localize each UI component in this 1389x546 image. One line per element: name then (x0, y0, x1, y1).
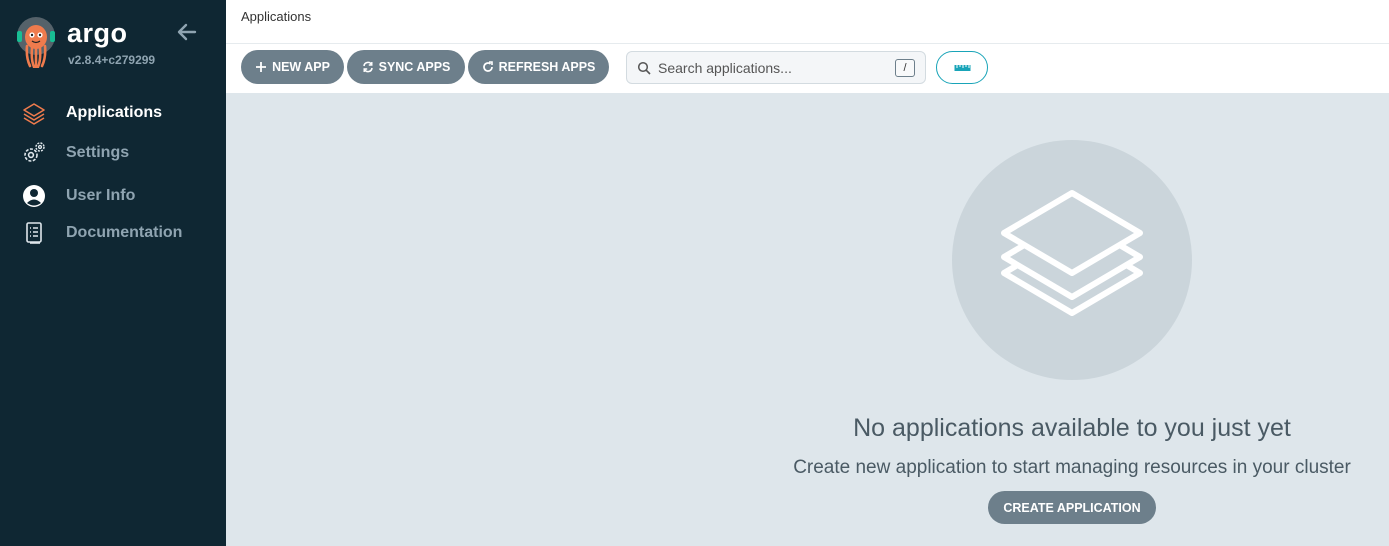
sidebar-item-label: Documentation (66, 224, 183, 241)
sidebar-item-label: User Info (66, 187, 136, 204)
layers-icon (1001, 190, 1143, 316)
divider (226, 43, 1389, 44)
sidebar-item-user-info[interactable]: User Info (0, 179, 226, 213)
breadcrumb[interactable]: Applications (241, 10, 311, 24)
create-application-button[interactable]: CREATE APPLICATION (988, 491, 1156, 524)
empty-state-subtitle: Create new application to start managing… (793, 457, 1351, 478)
sync-apps-button[interactable]: SYNC APPS (347, 50, 465, 84)
refresh-apps-button[interactable]: REFRESH APPS (468, 50, 609, 84)
refresh-apps-label: REFRESH APPS (498, 60, 596, 74)
plus-icon (256, 62, 267, 72)
argo-octopus-logo (14, 16, 58, 69)
book-icon (26, 222, 42, 244)
search-input[interactable]: Search applications... / (626, 51, 926, 84)
empty-state-title: No applications available to you just ye… (853, 414, 1291, 442)
collapse-sidebar-button[interactable] (175, 21, 199, 43)
brand-version: v2.8.4+c279299 (68, 53, 156, 67)
arrow-left-icon (177, 23, 197, 41)
sidebar-item-settings[interactable]: Settings (0, 136, 226, 170)
brand-name: argo (67, 18, 128, 48)
sync-icon (362, 61, 373, 73)
search-placeholder: Search applications... (658, 60, 792, 76)
new-app-label: NEW APP (272, 60, 330, 74)
user-circle-icon (23, 185, 45, 207)
empty-state-illustration (952, 140, 1192, 380)
search-shortcut-key: / (895, 59, 915, 77)
sidebar-item-applications[interactable]: Applications (0, 96, 226, 130)
search-icon (637, 61, 651, 75)
gears-icon (24, 142, 45, 162)
ruler-icon (954, 65, 971, 71)
new-app-button[interactable]: NEW APP (241, 50, 344, 84)
sync-apps-label: SYNC APPS (378, 60, 451, 74)
view-toggle-button[interactable] (936, 51, 988, 84)
sidebar: argo v2.8.4+c279299 Applications Setting… (0, 0, 226, 546)
main-content: No applications available to you just ye… (226, 93, 1389, 546)
sidebar-item-label: Applications (66, 104, 163, 121)
refresh-icon (482, 61, 493, 72)
sidebar-item-label: Settings (66, 144, 130, 161)
top-bar: Applications NEW APP SYNC APPS REFRESH A… (226, 0, 1389, 93)
layers-icon (23, 103, 45, 125)
sidebar-item-documentation[interactable]: Documentation (0, 216, 226, 250)
